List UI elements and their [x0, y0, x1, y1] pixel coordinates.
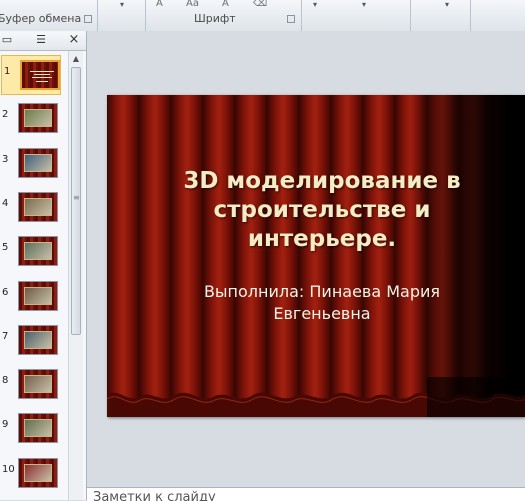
font-launcher-icon[interactable] — [287, 15, 295, 23]
slide-thumbnail-row[interactable]: 4 — [0, 188, 66, 228]
slide-thumbnail-row[interactable]: 6 — [0, 277, 66, 317]
slide-thumbnail[interactable] — [18, 280, 58, 311]
slide-thumbnail[interactable] — [20, 60, 60, 90]
thumbnail-text-line — [30, 71, 54, 72]
outline-tab-icon[interactable]: ☰ — [35, 34, 47, 46]
notes-placeholder: Заметки к слайду — [93, 490, 216, 501]
font-shrink-icon[interactable]: A — [222, 0, 229, 9]
slide-thumbnail[interactable] — [18, 147, 58, 178]
dropdown-arrow-icon[interactable]: ▾ — [120, 0, 124, 9]
thumbnail-text-line — [34, 74, 50, 75]
dropdown-arrow-icon[interactable]: ▾ — [362, 0, 366, 9]
vertical-scrollbar[interactable]: ▲ ≡ — [68, 51, 83, 500]
grip-icon: ≡ — [73, 193, 80, 202]
thumbnail-image — [24, 109, 52, 128]
slide-thumbnail-row[interactable]: 2 — [0, 99, 66, 139]
slide-number: 8 — [2, 375, 9, 387]
clipboard-group-label: Буфер обмена — [0, 12, 82, 25]
font-grow-icon[interactable]: A — [156, 0, 163, 9]
ribbon: ▾ A Aa A ⌫ ▾ ▾ ▾ Буфер обмена Шрифт — [0, 0, 525, 32]
thumbnail-image — [24, 330, 52, 349]
slide-thumbnail[interactable] — [18, 103, 58, 134]
scroll-up-icon[interactable]: ▲ — [70, 53, 82, 65]
thumbnail-image — [24, 419, 52, 438]
slide-thumbnail[interactable] — [18, 236, 58, 267]
clipboard-launcher-icon[interactable] — [84, 15, 92, 23]
thumbnail-text-line — [36, 81, 48, 82]
thumbnail-image — [24, 463, 52, 482]
slide-number: 9 — [2, 419, 9, 431]
slide-thumbnail-row[interactable]: 1 — [1, 55, 61, 95]
slide-editor: 3D моделирование в строительстве и интер… — [87, 31, 525, 487]
ribbon-separator — [470, 0, 471, 31]
slide-thumbnail-row[interactable]: 10 — [0, 454, 66, 494]
slide-number: 10 — [2, 463, 15, 475]
slide-number: 5 — [2, 242, 9, 254]
notes-pane[interactable]: Заметки к слайду — [87, 487, 525, 501]
thumbnail-image — [24, 286, 52, 305]
slide-number: 2 — [2, 109, 9, 121]
slide-number: 4 — [2, 197, 9, 209]
slide-number: 3 — [2, 153, 9, 165]
slide-thumbnail-row[interactable]: 9 — [0, 409, 66, 449]
slide-thumbnail-row[interactable]: 3 — [0, 144, 66, 184]
slide-thumbnail[interactable] — [18, 413, 58, 444]
slides-tab-icon[interactable]: ▭ — [1, 34, 13, 46]
slide-number: 6 — [2, 286, 9, 298]
ribbon-separator — [145, 0, 146, 31]
clear-format-icon[interactable]: ⌫ — [253, 0, 267, 9]
font-group-label: Шрифт — [194, 12, 236, 25]
dropdown-arrow-icon[interactable]: ▾ — [445, 0, 449, 9]
slide-number: 7 — [2, 330, 9, 342]
ribbon-separator — [410, 0, 411, 31]
thumbnail-image — [24, 153, 52, 172]
curtain-fringe — [107, 377, 525, 417]
slide-subtitle[interactable]: Выполнила: Пинаева Мария Евгеньевна — [157, 281, 487, 325]
panel-tabs: ▭ ☰ × — [0, 31, 86, 51]
slide-thumbnail[interactable] — [18, 457, 58, 488]
slide-thumbnail-row[interactable]: 8 — [0, 365, 66, 405]
ribbon-separator — [97, 0, 98, 31]
thumbnail-image — [24, 242, 52, 261]
close-icon[interactable]: × — [67, 33, 81, 47]
dropdown-arrow-icon[interactable]: ▾ — [313, 0, 317, 9]
slide-title[interactable]: 3D моделирование в строительстве и интер… — [147, 167, 497, 254]
current-slide[interactable]: 3D моделирование в строительстве и интер… — [107, 95, 525, 417]
scrollbar-thumb[interactable]: ≡ — [71, 67, 81, 335]
slide-thumbnail-row[interactable]: 5 — [0, 232, 66, 272]
slide-thumbnail[interactable] — [18, 191, 58, 222]
thumbnail-image — [24, 375, 52, 394]
slide-thumbnail[interactable] — [18, 324, 58, 355]
thumbnail-text-line — [32, 77, 52, 78]
ribbon-separator — [301, 0, 302, 31]
change-case-icon[interactable]: Aa — [186, 0, 199, 9]
slide-thumbnail-row[interactable]: 7 — [0, 321, 66, 361]
thumbnail-image — [24, 197, 52, 216]
slide-thumbnail[interactable] — [18, 369, 58, 400]
slides-panel: ▭ ☰ × 1 2 3 4 5 6 7 8 9 10 ▲ ≡ — [0, 31, 87, 500]
slide-number: 1 — [4, 66, 11, 77]
